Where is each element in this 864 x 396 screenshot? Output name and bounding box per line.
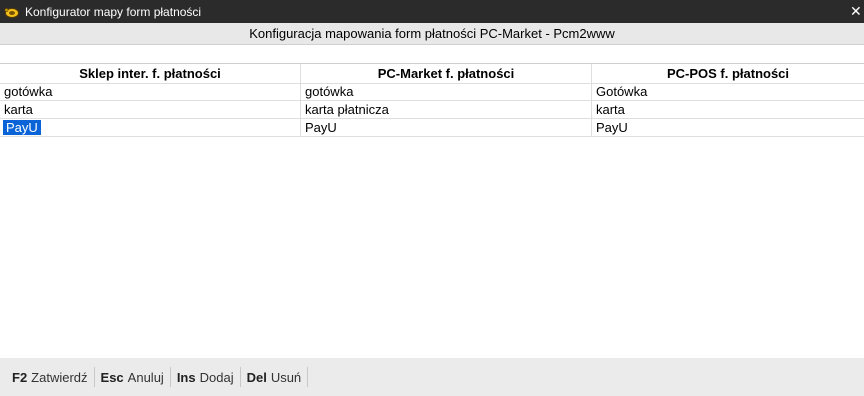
config-caption: Konfiguracja mapowania form płatności PC… [0, 23, 864, 45]
table-header-row: Sklep inter. f. płatności PC-Market f. p… [0, 63, 864, 84]
title-bar: Konfigurator mapy form płatności ✕ [0, 0, 864, 23]
column-header-shop[interactable]: Sklep inter. f. płatności [0, 64, 301, 84]
cell-shop-selected[interactable]: PayU [0, 119, 301, 137]
delete-button[interactable]: Del Usuń [241, 367, 309, 387]
table-row[interactable]: karta karta płatnicza karta [0, 101, 864, 119]
table-row[interactable]: PayU PayU PayU [0, 119, 864, 137]
confirm-button[interactable]: F2 Zatwierdź [10, 367, 95, 387]
shortcut-label: Anuluj [127, 369, 164, 385]
cell-pcpos[interactable]: karta [592, 101, 864, 119]
cell-shop[interactable]: gotówka [0, 83, 301, 101]
column-header-pcpos[interactable]: PC-POS f. płatności [592, 64, 864, 84]
cancel-button[interactable]: Esc Anuluj [95, 367, 171, 387]
mapping-table: Sklep inter. f. płatności PC-Market f. p… [0, 45, 864, 358]
cell-pcpos[interactable]: PayU [592, 119, 864, 137]
cell-pcpos[interactable]: Gotówka [592, 83, 864, 101]
cell-pcmarket[interactable]: karta płatnicza [301, 101, 592, 119]
column-header-pcmarket[interactable]: PC-Market f. płatności [301, 64, 592, 84]
shortcut-label: Zatwierdź [31, 369, 88, 385]
cell-shop[interactable]: karta [0, 101, 301, 119]
shortcut-label: Dodaj [199, 369, 234, 385]
table-row[interactable]: gotówka gotówka Gotówka [0, 83, 864, 101]
cell-pcmarket[interactable]: gotówka [301, 83, 592, 101]
turtle-icon [4, 7, 19, 18]
shortcut-key: Esc [100, 369, 124, 385]
shortcut-key: Ins [176, 369, 196, 385]
shortcut-bar: F2 Zatwierdź Esc Anuluj Ins Dodaj Del Us… [0, 358, 864, 396]
cell-pcmarket[interactable]: PayU [301, 119, 592, 137]
close-icon[interactable]: ✕ [850, 0, 864, 23]
window-title: Konfigurator mapy form płatności [25, 4, 202, 19]
shortcut-key: Del [246, 369, 267, 385]
selected-cell-text[interactable]: PayU [3, 120, 41, 135]
shortcut-key: F2 [12, 369, 28, 385]
add-button[interactable]: Ins Dodaj [171, 367, 241, 387]
shortcut-label: Usuń [270, 369, 302, 385]
